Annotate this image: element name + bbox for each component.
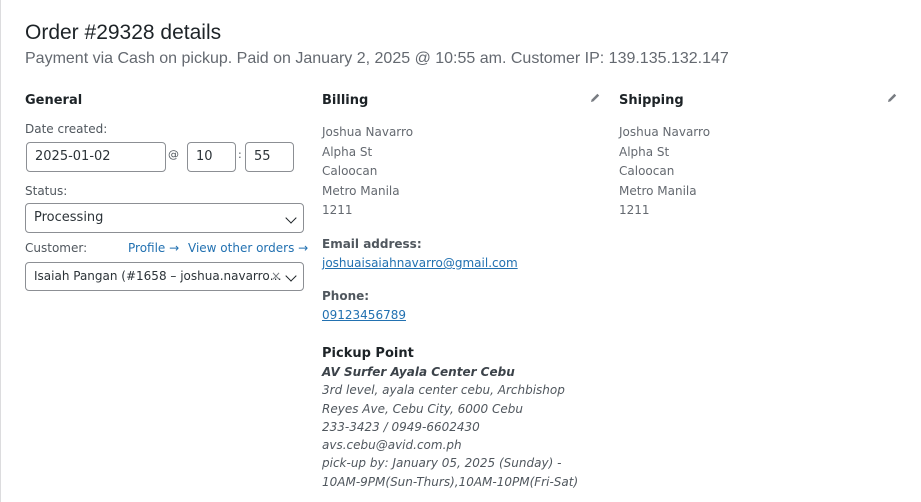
shipping-heading: Shipping xyxy=(619,93,684,108)
shipping-street: Alpha St xyxy=(619,144,670,159)
pickup-point-title: Pickup Point xyxy=(322,346,414,361)
customer-profile-link[interactable]: Profile → xyxy=(128,241,179,255)
pickup-store-address: 3rd level, ayala center cebu, Archbishop… xyxy=(322,383,565,416)
billing-street: Alpha St xyxy=(322,144,373,159)
billing-heading: Billing xyxy=(322,93,369,108)
general-heading: General xyxy=(25,93,83,108)
billing-address: Joshua Navarro Alpha St Caloocan Metro M… xyxy=(322,123,413,221)
customer-select[interactable]: Isaiah Pangan (#1658 – joshua.navarro… × xyxy=(25,262,304,291)
time-colon: : xyxy=(238,148,242,161)
order-title: Order #29328 details xyxy=(25,21,222,44)
status-label: Status: xyxy=(25,184,68,198)
panel-left-border xyxy=(0,0,1,502)
shipping-postcode: 1211 xyxy=(619,203,650,217)
at-sign: @ xyxy=(168,148,179,161)
minute-input[interactable]: 55 xyxy=(245,142,294,172)
billing-city: Caloocan xyxy=(322,164,378,178)
order-meta: Payment via Cash on pickup. Paid on Janu… xyxy=(25,50,729,67)
pencil-icon[interactable] xyxy=(589,92,601,104)
status-value: Processing xyxy=(34,210,104,225)
chevron-down-icon xyxy=(285,212,297,224)
shipping-name: Joshua Navarro xyxy=(619,125,711,139)
status-select[interactable]: Processing xyxy=(25,203,304,233)
date-created-label: Date created: xyxy=(25,122,108,136)
billing-postcode: 1211 xyxy=(322,203,353,217)
pickup-store-email: avs.cebu@avid.com.ph xyxy=(322,438,462,453)
pickup-store-contact: 233-3423 / 0949-6602430 xyxy=(322,419,480,434)
shipping-city: Caloocan xyxy=(619,164,675,178)
date-created-input[interactable]: 2025-01-02 xyxy=(26,142,166,172)
pickup-point-details: AV Surfer Ayala Center Cebu 3rd level, a… xyxy=(322,363,597,491)
hour-input[interactable]: 10 xyxy=(187,142,236,172)
customer-value: Isaiah Pangan (#1658 – joshua.navarro… xyxy=(34,269,282,283)
pickup-schedule: pick-up by: January 05, 2025 (Sunday) - … xyxy=(322,456,579,489)
billing-phone-link[interactable]: 09123456789 xyxy=(322,308,406,322)
billing-region: Metro Manila xyxy=(322,183,400,198)
email-label: Email address: xyxy=(322,237,422,251)
clear-customer-icon[interactable]: × xyxy=(271,263,281,290)
billing-email-link[interactable]: joshuaisaiahnavarro@gmail.com xyxy=(322,256,518,270)
view-other-orders-link[interactable]: View other orders → xyxy=(188,241,308,255)
phone-label: Phone: xyxy=(322,289,370,303)
pencil-icon[interactable] xyxy=(886,92,898,104)
chevron-down-icon xyxy=(285,270,297,282)
customer-label: Customer: xyxy=(25,241,88,255)
billing-name: Joshua Navarro xyxy=(322,125,414,139)
shipping-address: Joshua Navarro Alpha St Caloocan Metro M… xyxy=(619,123,710,221)
pickup-store-name: AV Surfer Ayala Center Cebu xyxy=(322,365,515,379)
shipping-region: Metro Manila xyxy=(619,183,697,198)
